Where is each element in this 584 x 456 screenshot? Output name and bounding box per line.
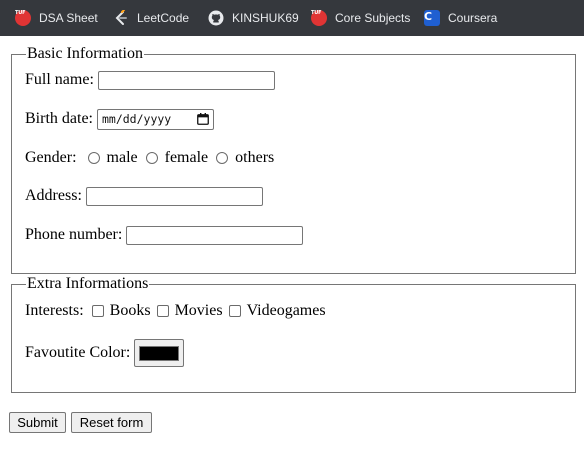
bookmark-leetcode[interactable]: LeetCode — [113, 0, 189, 36]
bookmark-label: LeetCode — [137, 11, 190, 25]
interest-videogames-label: Videogames — [246, 302, 326, 319]
interests-label: Interests: — [25, 302, 84, 319]
interest-movies-checkbox[interactable] — [156, 305, 169, 317]
tuf-logo-icon: TUF — [15, 10, 31, 26]
color-swatch — [139, 345, 180, 361]
calendar-icon[interactable] — [197, 113, 209, 125]
interest-books-label: Books — [109, 302, 151, 319]
phone-number-input[interactable] — [126, 225, 304, 245]
gender-others-label: others — [235, 149, 275, 166]
fieldset-legend: Extra Informations — [26, 275, 150, 293]
reset-form-button[interactable]: Reset form — [71, 412, 152, 433]
birth-date-label: Birth date: — [25, 110, 93, 127]
gender-female-label: female — [164, 149, 209, 166]
bookmark-github[interactable]: KINSHUK69 — [208, 0, 299, 36]
gender-male-radio[interactable] — [87, 152, 100, 164]
bookmark-coursera[interactable]: C Coursera — [424, 0, 497, 36]
birth-date-row: Birth date: mm/dd/yyyy — [25, 108, 214, 130]
color-label: Favoutite Color: — [25, 344, 131, 361]
basic-information-fieldset: Basic Information Full name: Birth date:… — [11, 45, 576, 274]
gender-row: Gender: male female others — [25, 147, 274, 169]
interests-row: Interests: Books Movies Videogames — [25, 300, 326, 322]
birth-date-input[interactable]: mm/dd/yyyy — [96, 108, 214, 130]
tuf-logo-icon: TUF — [311, 10, 327, 26]
full-name-input[interactable] — [97, 70, 275, 90]
address-label: Address: — [25, 187, 82, 204]
github-icon — [208, 10, 224, 26]
gender-male-label: male — [106, 149, 138, 166]
date-placeholder: mm/dd/yyyy — [101, 112, 172, 126]
bookmark-label: KINSHUK69 — [232, 11, 299, 25]
color-row: Favoutite Color: — [25, 339, 185, 367]
address-row: Address: — [25, 185, 263, 207]
phone-row: Phone number: — [25, 224, 304, 246]
bookmark-label: DSA Sheet — [39, 11, 98, 25]
favorite-color-picker[interactable] — [134, 339, 185, 367]
bookmark-label: Core Subjects — [335, 11, 411, 25]
coursera-icon: C — [424, 10, 440, 26]
bookmark-core-subjects[interactable]: TUF Core Subjects — [311, 0, 410, 36]
fieldset-legend: Basic Information — [26, 45, 144, 63]
bookmark-dsa-sheet[interactable]: TUF DSA Sheet — [15, 0, 98, 36]
interest-movies-label: Movies — [174, 302, 223, 319]
bookmark-label: Coursera — [448, 11, 498, 25]
interest-videogames-checkbox[interactable] — [228, 305, 241, 317]
address-input[interactable] — [85, 186, 263, 206]
full-name-label: Full name: — [25, 71, 94, 88]
submit-button[interactable]: Submit — [9, 412, 66, 433]
phone-label: Phone number: — [25, 226, 123, 243]
interest-books-checkbox[interactable] — [91, 305, 104, 317]
bookmarks-bar: TUF DSA Sheet LeetCode KINSHUK69 TUF Cor… — [0, 0, 584, 36]
full-name-row: Full name: — [25, 69, 275, 91]
extra-informations-fieldset: Extra Informations Interests: Books Movi… — [11, 275, 576, 393]
gender-label: Gender: — [25, 149, 77, 166]
gender-others-radio[interactable] — [216, 152, 229, 164]
gender-female-radio[interactable] — [145, 152, 158, 164]
leetcode-icon — [113, 9, 129, 26]
